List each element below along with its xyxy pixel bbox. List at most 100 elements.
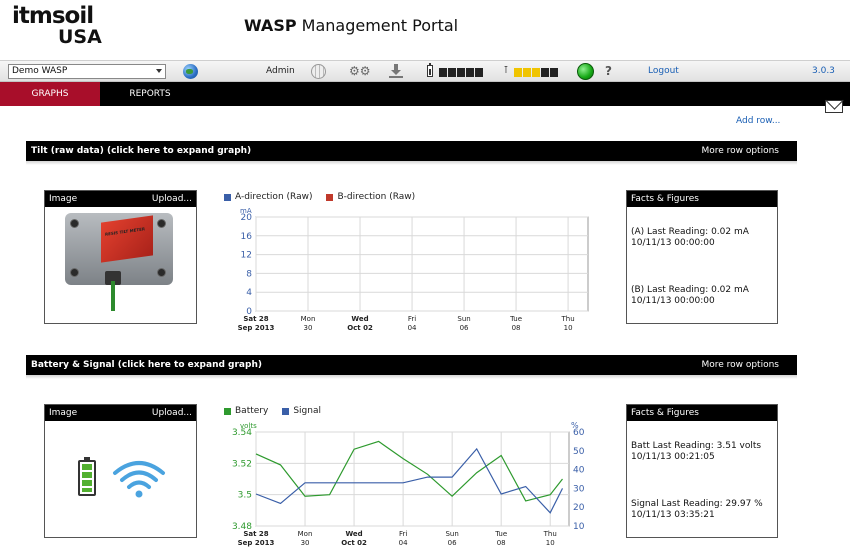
x-tick-label: 08 [497,539,506,547]
y-right-tick-label: 30 [573,484,585,494]
battery-full-icon [78,457,96,496]
facts-line: 10/11/13 03:35:21 [631,510,715,520]
x-tick-label: 04 [408,324,417,332]
y-tick-label: 8 [246,269,252,279]
upload-link[interactable]: Upload... [152,191,192,207]
x-tick-label: Sep 2013 [238,324,275,332]
title-rest: Management Portal [301,16,459,35]
battery-panel-title: Battery & Signal (click here to expand g… [31,360,262,370]
x-tick-label: Sun [445,530,458,538]
add-row-link[interactable]: Add row... [736,116,780,126]
x-tick-label: Sun [457,315,470,323]
y-right-tick-label: 20 [573,503,585,513]
battery-meter-segment [466,68,474,77]
battery-meter-segment [475,68,483,77]
x-tick-label: 30 [301,539,310,547]
panel-divider [26,161,797,165]
wifi-icon [113,461,165,498]
site-select-value: Demo WASP [12,66,68,76]
toolbar: Demo WASP Admin ⚙⚙ ⊺ ? Logout 3.0.3 [0,60,850,82]
tilt-sensor-image: RESIS TILT METER [65,213,173,311]
facts-line: 10/11/13 00:21:05 [631,452,715,462]
battery-more-options[interactable]: More row options [701,355,779,375]
facts-reading-b: (B) Last Reading: 0.02 mA 10/11/13 00:00… [631,285,749,307]
y-right-tick-label: 50 [573,447,585,457]
x-tick-label: Fri [399,530,407,538]
signal-meter-segment [532,68,540,77]
facts-line: Signal Last Reading: 29.97 % [631,499,763,509]
x-tick-label: Mon [301,315,316,323]
battery-panel-header[interactable]: Battery & Signal (click here to expand g… [26,355,797,375]
x-tick-label: Tue [494,530,507,538]
facts-line: (A) Last Reading: 0.02 mA [631,227,749,237]
facts-line: Batt Last Reading: 3.51 volts [631,441,762,451]
download-icon[interactable] [389,64,403,79]
tab-graphs[interactable]: GRAPHS [0,82,100,106]
title-bold: WASP [244,16,297,35]
upload-link[interactable]: Upload... [152,405,192,421]
signal-meter-segment [514,68,522,77]
site-select[interactable]: Demo WASP [8,64,166,79]
facts-line: 10/11/13 00:00:00 [631,296,715,306]
image-box-title: Image [49,194,78,204]
user-name: Admin [266,66,295,76]
facts-head: Facts & Figures [627,191,777,207]
y-axis-label: volts [240,422,257,430]
image-box-title: Image [49,408,78,418]
signal-meter-segment [523,68,531,77]
battery-meter-segment [448,68,456,77]
x-tick-label: Oct 02 [347,324,373,332]
header: itmsoil USA WASP Management Portal [0,0,850,60]
panel-divider [26,375,797,379]
tilt-chart: 048121620Sat 28Sep 2013Mon30WedOct 02Fri… [238,207,589,332]
x-tick-label: 30 [304,324,313,332]
network-icon[interactable] [311,64,326,79]
tab-reports[interactable]: REPORTS [100,82,200,106]
x-tick-label: 04 [399,539,408,547]
facts-reading-signal: Signal Last Reading: 29.97 % 10/11/13 03… [631,499,763,521]
facts-head: Facts & Figures [627,405,777,421]
image-box-head: Image Upload... [45,405,196,421]
facts-reading-a: (A) Last Reading: 0.02 mA 10/11/13 00:00… [631,227,749,249]
logo-bottom: USA [58,26,102,48]
y-tick-label: 3.5 [238,491,252,501]
y-tick-label: 12 [241,251,252,261]
y-right-axis-label: % [571,421,579,430]
x-tick-label: Sep 2013 [238,539,275,547]
battery-icon [427,63,433,77]
version-label: 3.0.3 [812,66,835,76]
y-right-tick-label: 10 [573,522,585,532]
tilt-more-options[interactable]: More row options [701,141,779,161]
x-tick-label: Fri [408,315,416,323]
gear-icon[interactable]: ⚙⚙ [349,65,371,78]
help-icon[interactable]: ? [605,64,612,78]
mail-icon[interactable] [825,100,843,113]
x-tick-label: 08 [512,324,521,332]
y-axis-label: mA [240,207,252,215]
signal-icon: ⊺ [503,65,509,76]
y-tick-label: 3.52 [232,459,252,469]
battery-image-box: Image Upload... [44,404,197,538]
tilt-panel-header[interactable]: Tilt (raw data) (click here to expand gr… [26,141,797,161]
facts-line: (B) Last Reading: 0.02 mA [631,285,749,295]
battery-meter-segment [439,68,447,77]
chevron-down-icon [156,69,162,73]
company-logo: itmsoil USA [12,3,102,48]
facts-line: 10/11/13 00:00:00 [631,238,715,248]
logo-top: itmsoil [12,3,94,29]
x-tick-label: 06 [460,324,469,332]
tilt-facts-box: Facts & Figures (A) Last Reading: 0.02 m… [626,190,778,324]
tilt-image-box: Image Upload... RESIS TILT METER [44,190,197,324]
x-tick-label: Sat 28 [243,315,268,323]
status-icon [577,63,594,80]
x-tick-label: Wed [351,315,368,323]
plot-area [255,216,589,312]
y-right-tick-label: 40 [573,466,585,476]
x-tick-label: Mon [298,530,313,538]
image-box-head: Image Upload... [45,191,196,207]
globe-icon[interactable] [183,64,198,79]
plot-area [255,431,570,527]
y-tick-label: 16 [241,232,253,242]
logout-link[interactable]: Logout [648,65,679,78]
app-root: itmsoil USA WASP Management Portal Demo … [0,0,850,553]
